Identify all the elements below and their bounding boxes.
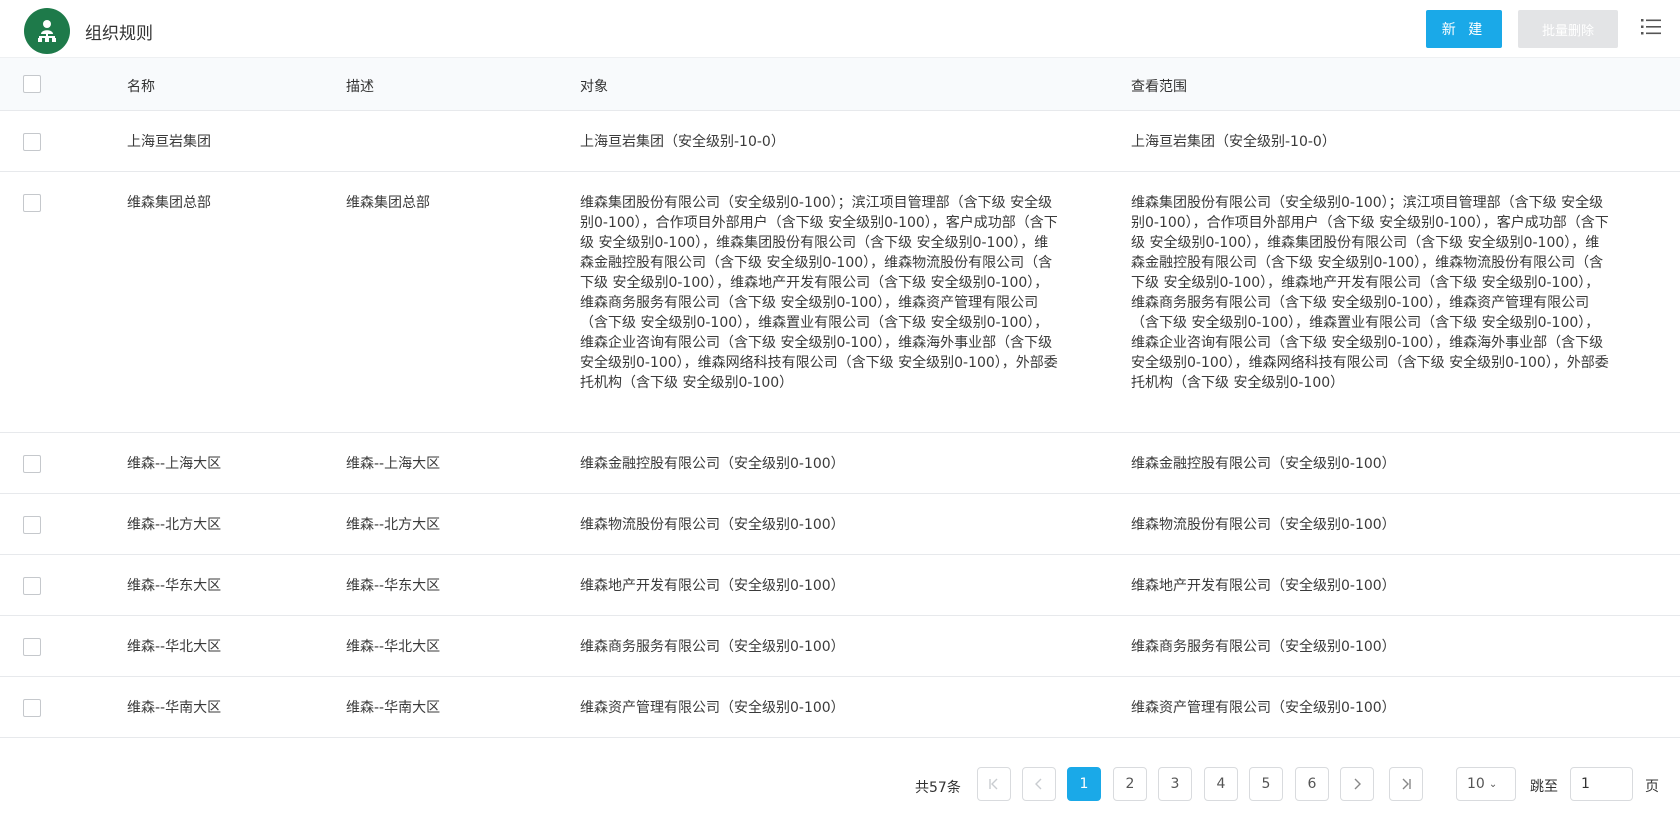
row-checkbox[interactable] bbox=[23, 194, 41, 212]
cell-scope: 维森商务服务有限公司（安全级别0-100） bbox=[1131, 639, 1396, 655]
next-page-button[interactable] bbox=[1340, 767, 1374, 801]
cell-name: 维森--上海大区 bbox=[127, 456, 222, 472]
total-count: 共57条 bbox=[915, 780, 961, 796]
cell-object: 维森集团股份有限公司（安全级别0-100）；滨江项目管理部（含下级 安全级别0-… bbox=[580, 195, 1058, 391]
chevron-left-icon bbox=[1035, 778, 1042, 790]
row-checkbox[interactable] bbox=[23, 577, 41, 595]
page-suffix-label: 页 bbox=[1645, 779, 1659, 795]
column-header-description: 描述 bbox=[346, 79, 374, 95]
select-all-checkbox[interactable] bbox=[23, 75, 41, 93]
list-menu-icon[interactable] bbox=[1640, 16, 1662, 38]
prev-page-button[interactable] bbox=[1022, 767, 1056, 801]
first-page-icon bbox=[989, 778, 998, 790]
cell-name: 上海亘岩集团 bbox=[127, 134, 211, 150]
cell-description: 维森--北方大区 bbox=[346, 517, 441, 533]
chevron-right-icon bbox=[1354, 778, 1361, 790]
cell-description: 维森--华北大区 bbox=[346, 639, 441, 655]
page-size-select[interactable]: 10 ⌄ bbox=[1456, 767, 1516, 801]
top-bar: 组织规则 新 建 批量删除 bbox=[0, 0, 1680, 58]
cell-object: 维森金融控股有限公司（安全级别0-100） bbox=[580, 456, 845, 472]
row-checkbox[interactable] bbox=[23, 133, 41, 151]
page-button-3[interactable]: 3 bbox=[1158, 767, 1192, 801]
cell-description: 维森--华南大区 bbox=[346, 700, 441, 716]
chevron-down-icon: ⌄ bbox=[1488, 778, 1498, 790]
cell-description: 维森集团总部 bbox=[346, 195, 430, 211]
cell-name: 维森--华南大区 bbox=[127, 700, 222, 716]
page-title: 组织规则 bbox=[85, 24, 153, 44]
cell-name: 维森--华北大区 bbox=[127, 639, 222, 655]
row-checkbox[interactable] bbox=[23, 638, 41, 656]
column-header-name: 名称 bbox=[127, 79, 155, 95]
jump-page-input[interactable] bbox=[1570, 767, 1633, 801]
org-logo-icon bbox=[24, 8, 70, 54]
table-row[interactable]: 维森--华东大区 维森--华东大区 维森地产开发有限公司（安全级别0-100） … bbox=[0, 555, 1680, 616]
column-header-object: 对象 bbox=[580, 79, 608, 95]
cell-scope: 上海亘岩集团（安全级别-10-0） bbox=[1131, 134, 1336, 150]
page-button-1[interactable]: 1 bbox=[1067, 767, 1101, 801]
row-checkbox[interactable] bbox=[23, 455, 41, 473]
page-size-value: 10 bbox=[1467, 776, 1485, 792]
page-button-2[interactable]: 2 bbox=[1113, 767, 1147, 801]
table-row[interactable]: 维森--华南大区 维森--华南大区 维森资产管理有限公司（安全级别0-100） … bbox=[0, 677, 1680, 738]
cell-scope: 维森物流股份有限公司（安全级别0-100） bbox=[1131, 517, 1396, 533]
page-button-6[interactable]: 6 bbox=[1295, 767, 1329, 801]
cell-name: 维森--华东大区 bbox=[127, 578, 222, 594]
column-header-scope: 查看范围 bbox=[1131, 79, 1187, 95]
cell-scope: 维森集团股份有限公司（安全级别0-100）；滨江项目管理部（含下级 安全级别0-… bbox=[1131, 195, 1609, 391]
last-page-icon bbox=[1402, 778, 1411, 790]
pagination: 共57条 1 2 3 4 5 6 10 ⌄ 跳至 页 bbox=[0, 767, 1680, 803]
table-header: 名称 描述 对象 查看范围 bbox=[0, 58, 1680, 111]
cell-object: 维森资产管理有限公司（安全级别0-100） bbox=[580, 700, 845, 716]
cell-scope: 维森地产开发有限公司（安全级别0-100） bbox=[1131, 578, 1396, 594]
cell-object: 维森物流股份有限公司（安全级别0-100） bbox=[580, 517, 845, 533]
table-row[interactable]: 维森--上海大区 维森--上海大区 维森金融控股有限公司（安全级别0-100） … bbox=[0, 433, 1680, 494]
batch-delete-button[interactable]: 批量删除 bbox=[1518, 10, 1618, 48]
cell-object: 上海亘岩集团（安全级别-10-0） bbox=[580, 134, 785, 150]
page-button-4[interactable]: 4 bbox=[1204, 767, 1238, 801]
first-page-button[interactable] bbox=[977, 767, 1011, 801]
cell-description: 维森--上海大区 bbox=[346, 456, 441, 472]
cell-object: 维森地产开发有限公司（安全级别0-100） bbox=[580, 578, 845, 594]
last-page-button[interactable] bbox=[1389, 767, 1423, 801]
cell-description: 维森--华东大区 bbox=[346, 578, 441, 594]
page-button-5[interactable]: 5 bbox=[1249, 767, 1283, 801]
table-row[interactable]: 维森--华北大区 维森--华北大区 维森商务服务有限公司（安全级别0-100） … bbox=[0, 616, 1680, 677]
row-checkbox[interactable] bbox=[23, 699, 41, 717]
cell-scope: 维森资产管理有限公司（安全级别0-100） bbox=[1131, 700, 1396, 716]
new-button[interactable]: 新 建 bbox=[1426, 10, 1502, 48]
table-row[interactable]: 维森--北方大区 维森--北方大区 维森物流股份有限公司（安全级别0-100） … bbox=[0, 494, 1680, 555]
rules-table: 名称 描述 对象 查看范围 上海亘岩集团 上海亘岩集团（安全级别-10-0） 上… bbox=[0, 58, 1680, 738]
table-row[interactable]: 维森集团总部 维森集团总部 维森集团股份有限公司（安全级别0-100）；滨江项目… bbox=[0, 172, 1680, 433]
cell-name: 维森--北方大区 bbox=[127, 517, 222, 533]
jump-label: 跳至 bbox=[1530, 779, 1558, 795]
row-checkbox[interactable] bbox=[23, 516, 41, 534]
table-row[interactable]: 上海亘岩集团 上海亘岩集团（安全级别-10-0） 上海亘岩集团（安全级别-10-… bbox=[0, 111, 1680, 172]
cell-object: 维森商务服务有限公司（安全级别0-100） bbox=[580, 639, 845, 655]
cell-scope: 维森金融控股有限公司（安全级别0-100） bbox=[1131, 456, 1396, 472]
cell-name: 维森集团总部 bbox=[127, 195, 211, 211]
